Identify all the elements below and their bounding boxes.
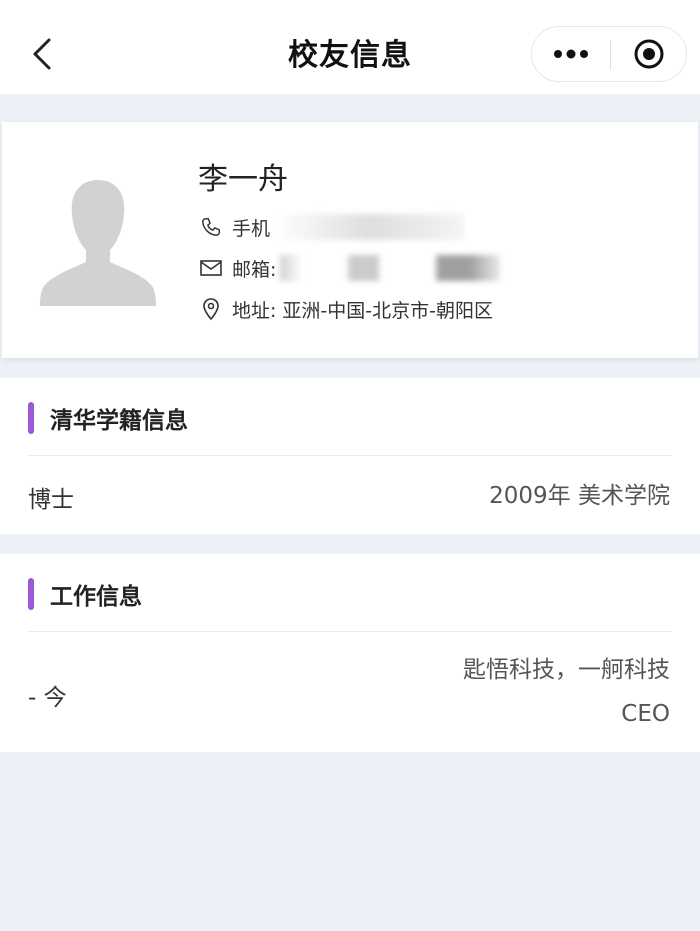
email-redacted [280, 255, 501, 281]
alumni-name: 李一舟 [198, 162, 288, 197]
work-title: 工作信息 [50, 584, 142, 610]
address-row: 地址: 亚洲-中国-北京市-朝阳区 [198, 294, 493, 324]
phone-row: 手机 [198, 212, 465, 242]
mail-icon [198, 255, 224, 281]
section-accent-bar [28, 402, 34, 434]
email-row: 邮箱: [198, 253, 501, 283]
phone-icon [198, 214, 224, 240]
mini-program-capsule [531, 26, 687, 82]
work-company: 匙悟科技，一舸科技 [463, 657, 670, 683]
profile-card: 李一舟 手机 邮箱: 地址: 亚洲-中国-北京市-朝阳区 [2, 122, 698, 358]
work-position: CEO [621, 701, 670, 727]
work-header: 工作信息 [28, 578, 142, 610]
address-value: 亚洲-中国-北京市-朝阳区 [282, 299, 493, 322]
more-button[interactable] [532, 27, 610, 81]
divider [28, 455, 672, 456]
target-close-icon [634, 39, 664, 69]
phone-redacted [274, 214, 465, 240]
nav-bar: 校友信息 [0, 0, 700, 94]
more-dots-icon [554, 49, 588, 59]
avatar [40, 180, 156, 306]
location-pin-icon [198, 296, 224, 322]
work-detail: 匙悟科技，一舸科技 CEO [463, 648, 670, 736]
degree: 博士 [28, 487, 74, 513]
education-section: 清华学籍信息 博士 2009年 美术学院 [0, 378, 700, 534]
section-accent-bar [28, 578, 34, 610]
divider [28, 631, 672, 632]
education-header: 清华学籍信息 [28, 402, 188, 434]
address-label: 地址: [232, 299, 277, 322]
work-section: 工作信息 - 今 匙悟科技，一舸科技 CEO [0, 554, 700, 752]
email-label: 邮箱: [232, 258, 277, 281]
phone-label: 手机 [232, 217, 271, 240]
education-detail: 2009年 美术学院 [489, 483, 670, 509]
work-period: - 今 [28, 685, 67, 711]
education-title: 清华学籍信息 [50, 408, 188, 434]
close-button[interactable] [611, 27, 687, 81]
